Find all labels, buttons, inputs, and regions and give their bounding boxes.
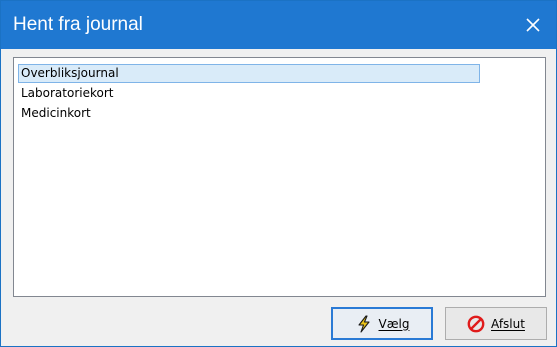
exit-button[interactable]: Afslut xyxy=(445,307,547,340)
close-button[interactable] xyxy=(510,1,556,49)
title-bar[interactable]: Hent fra journal xyxy=(1,1,556,49)
dialog-window: Hent fra journal Overbliksjournal Labora… xyxy=(0,0,557,347)
window-title: Hent fra journal xyxy=(13,14,143,35)
select-button-label: Vælg xyxy=(378,316,410,331)
lightning-icon xyxy=(357,314,370,333)
list-item[interactable]: Medicinkort xyxy=(18,104,480,123)
close-icon xyxy=(526,18,540,32)
no-entry-icon xyxy=(467,315,485,332)
list-item[interactable]: Laboratoriekort xyxy=(18,84,480,103)
select-button[interactable]: Vælg xyxy=(331,307,433,340)
journal-listbox[interactable]: Overbliksjournal Laboratoriekort Medicin… xyxy=(13,57,546,297)
exit-button-label: Afslut xyxy=(491,316,525,331)
list-item[interactable]: Overbliksjournal xyxy=(18,64,480,83)
